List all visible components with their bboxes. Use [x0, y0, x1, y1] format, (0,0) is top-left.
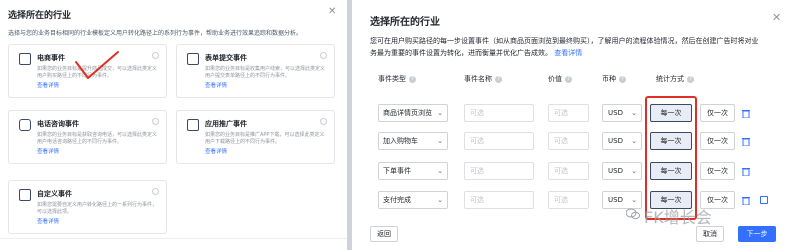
- back-button[interactable]: 返回: [370, 226, 398, 242]
- cancel-button[interactable]: 取消: [696, 226, 724, 242]
- red-highlight-annotation: [645, 96, 697, 220]
- header-value: 价值?: [548, 74, 572, 84]
- card-desc: 用户下载路径上的不同行为事件。: [205, 139, 281, 145]
- card-custom[interactable]: 自定义事件 如果您需要自定义用户转化路径上的一系列行为事件， 可以选择此项。 查…: [8, 180, 167, 234]
- watermark-text: FK增长会: [644, 208, 712, 227]
- details-link[interactable]: 查看详情: [37, 217, 59, 225]
- details-link[interactable]: 查看详情: [37, 147, 59, 155]
- value-input[interactable]: 可选: [548, 191, 589, 209]
- value-input[interactable]: 可选: [548, 104, 589, 122]
- divider: [0, 238, 348, 239]
- header-counting: 统计方式?: [656, 74, 694, 84]
- card-desc: 如果您的业务目标是推广APP下载，可以选择此类定义: [205, 132, 325, 138]
- red-checkmark-annotation: [75, 51, 119, 79]
- event-type-select[interactable]: 下单事件 ⌄: [378, 162, 448, 180]
- card-desc: 如果您需要自定义用户转化路径上的一系列行为事件，: [37, 202, 158, 208]
- radio-button[interactable]: [320, 118, 327, 125]
- header-event-type: 事件类型?: [378, 74, 416, 84]
- help-icon[interactable]: ?: [409, 75, 416, 83]
- card-phone-consult[interactable]: 电话咨询事件 如果您的业务目标是获取咨询电话，可以选择此类定义 用户电话咨询路径…: [8, 110, 167, 164]
- chat-icon: [19, 119, 31, 131]
- chevron-down-icon: ⌄: [631, 167, 637, 175]
- close-icon[interactable]: ✕: [772, 11, 781, 24]
- trash-icon[interactable]: [742, 109, 750, 118]
- currency-select[interactable]: USD ⌄: [602, 162, 642, 180]
- card-title: 表单提交事件: [205, 54, 247, 62]
- event-type-select[interactable]: 支付完成 ⌄: [378, 191, 448, 209]
- card-title: 自定义事件: [37, 190, 72, 198]
- dialog-title: 选择所在的行业: [8, 11, 72, 21]
- card-app-promo[interactable]: 应用推广事件 如果您的业务目标是推广APP下载，可以选择此类定义 用户下载路径上…: [176, 110, 335, 164]
- header-event-name: 事件名称?: [464, 74, 502, 84]
- event-row: 商品详情页浏览 ⌄ 可选 可选 USD ⌄ 每一次 仅一次: [352, 104, 790, 124]
- card-form-submit[interactable]: 表单提交事件 如果您的业务目标是收集用户线索，可以选择此类定义 用户提交表单路径…: [176, 44, 335, 98]
- dialog-title: 选择所在的行业: [370, 17, 440, 28]
- details-link[interactable]: 查看详情: [554, 49, 582, 57]
- details-link[interactable]: 查看详情: [205, 147, 227, 155]
- dialog-description: 务最为重要的事件设置为转化，进而衡量并优化广告成效。 查看详情: [370, 49, 583, 57]
- currency-select[interactable]: USD ⌄: [602, 132, 642, 150]
- radio-button[interactable]: [152, 118, 159, 125]
- radio-button[interactable]: [152, 52, 159, 59]
- card-title: 应用推广事件: [205, 120, 247, 128]
- value-input[interactable]: 可选: [548, 132, 589, 150]
- card-desc: 可以选择此项。: [37, 209, 73, 215]
- close-icon[interactable]: ✕: [328, 6, 336, 17]
- value-input[interactable]: 可选: [548, 162, 589, 180]
- details-link[interactable]: 查看详情: [37, 81, 59, 89]
- card-desc: 用户电话咨询路径上的不同行为事件。: [37, 139, 123, 145]
- storefront-icon: [19, 53, 31, 65]
- table-icon: [187, 53, 199, 65]
- event-type-select[interactable]: 商品详情页浏览 ⌄: [378, 104, 448, 122]
- event-name-input[interactable]: 可选: [464, 104, 534, 122]
- trash-icon[interactable]: [742, 167, 750, 176]
- chevron-down-icon: ⌄: [437, 196, 443, 204]
- help-icon[interactable]: ?: [687, 75, 694, 83]
- radio-button[interactable]: [320, 52, 327, 59]
- chevron-down-icon: ⌄: [631, 196, 637, 204]
- chevron-down-icon: ⌄: [437, 137, 443, 145]
- event-name-input[interactable]: 可选: [464, 162, 534, 180]
- custom-icon: [19, 189, 31, 201]
- details-link[interactable]: 查看详情: [205, 81, 227, 89]
- card-desc: 如果您的业务目标是获取咨询电话，可以选择此类定义: [37, 132, 158, 138]
- chevron-down-icon: ⌄: [437, 109, 443, 117]
- industry-select-dialog-left: 选择所在的行业 ✕ 选择与您的业务目标相同的行业模板定义用户转化路径上的系列行为…: [0, 0, 348, 250]
- industry-select-dialog-right: 选择所在的行业 ✕ 您可在用户购买路径的每一步设置事件（如从商品页面浏览到最终购…: [352, 0, 790, 250]
- dialog-description: 选择与您的业务目标相同的行业模板定义用户转化路径上的系列行为事件，帮助业务进行效…: [8, 30, 303, 37]
- event-row: 支付完成 ⌄ 可选 可选 USD ⌄ 每一次 仅一次: [352, 191, 790, 211]
- wechat-icon: [626, 208, 640, 220]
- trash-icon[interactable]: [742, 137, 750, 146]
- header-currency: 币种?: [602, 74, 626, 84]
- count-once-button[interactable]: 仅一次: [700, 104, 735, 122]
- card-desc: 如果您的业务目标是收集用户线索，可以选择此类定义: [205, 66, 326, 72]
- next-button[interactable]: 下一步: [738, 226, 776, 242]
- card-title: 电话咨询事件: [37, 120, 79, 128]
- help-icon[interactable]: ?: [619, 75, 626, 83]
- event-row: 加入购物车 ⌄ 可选 可选 USD ⌄ 每一次 仅一次: [352, 132, 790, 152]
- trash-icon[interactable]: [742, 196, 750, 205]
- dialog-description: 您可在用户购买路径的每一步设置事件（如从商品页面浏览到最终购买），了解用户的流程…: [370, 37, 759, 45]
- count-once-button[interactable]: 仅一次: [700, 132, 735, 150]
- add-row-icon[interactable]: [760, 196, 768, 204]
- currency-select[interactable]: USD ⌄: [602, 191, 642, 209]
- event-name-input[interactable]: 可选: [464, 132, 534, 150]
- app-icon: [187, 119, 199, 131]
- chevron-down-icon: ⌄: [437, 167, 443, 175]
- card-desc: 用户提交表单路径上的不同行为事件。: [205, 73, 291, 79]
- help-icon[interactable]: ?: [495, 75, 502, 83]
- chevron-down-icon: ⌄: [631, 137, 637, 145]
- chevron-down-icon: ⌄: [631, 109, 637, 117]
- count-once-button[interactable]: 仅一次: [700, 162, 735, 180]
- currency-select[interactable]: USD ⌄: [602, 104, 642, 122]
- event-type-select[interactable]: 加入购物车 ⌄: [378, 132, 448, 150]
- event-row: 下单事件 ⌄ 可选 可选 USD ⌄ 每一次 仅一次: [352, 162, 790, 182]
- radio-button[interactable]: [152, 188, 159, 195]
- help-icon[interactable]: ?: [565, 75, 572, 83]
- event-name-input[interactable]: 可选: [464, 191, 534, 209]
